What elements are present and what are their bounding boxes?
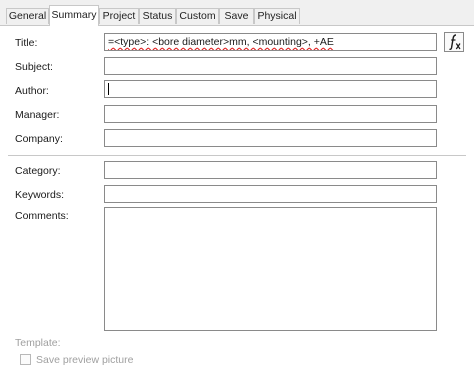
section-divider <box>8 155 466 156</box>
tab-save[interactable]: Save <box>219 8 254 24</box>
text-caret <box>108 83 109 96</box>
category-field[interactable] <box>104 161 437 179</box>
tab-physical[interactable]: Physical <box>254 8 300 24</box>
tab-project[interactable]: Project <box>99 8 139 24</box>
manager-label: Manager: <box>15 109 60 121</box>
tab-summary[interactable]: Summary <box>49 5 99 26</box>
save-preview-checkbox[interactable] <box>20 354 31 365</box>
manager-field[interactable] <box>104 105 437 123</box>
comments-label: Comments: <box>15 210 69 222</box>
subject-field[interactable] <box>104 57 437 75</box>
tab-custom[interactable]: Custom <box>176 8 219 24</box>
tab-status[interactable]: Status <box>139 8 176 24</box>
subject-label: Subject: <box>15 61 53 73</box>
title-value: =<type>: <bore diameter>mm, <mounting>, … <box>108 36 334 48</box>
title-label: Title: <box>15 37 38 49</box>
comments-field[interactable] <box>104 207 437 331</box>
company-field[interactable] <box>104 129 437 147</box>
tab-strip: General Summary Project Status Custom Sa… <box>0 0 474 26</box>
function-fx-icon <box>449 34 461 51</box>
save-preview-label: Save preview picture <box>36 354 134 366</box>
tab-general[interactable]: General <box>6 8 49 24</box>
keywords-field[interactable] <box>104 185 437 203</box>
title-field[interactable]: =<type>: <bore diameter>mm, <mounting>, … <box>104 33 437 51</box>
author-field[interactable] <box>104 80 437 98</box>
keywords-label: Keywords: <box>15 189 65 201</box>
company-label: Company: <box>15 133 63 145</box>
formula-button[interactable] <box>444 32 464 52</box>
template-label: Template: <box>15 337 61 349</box>
category-label: Category: <box>15 165 61 177</box>
author-label: Author: <box>15 85 49 97</box>
